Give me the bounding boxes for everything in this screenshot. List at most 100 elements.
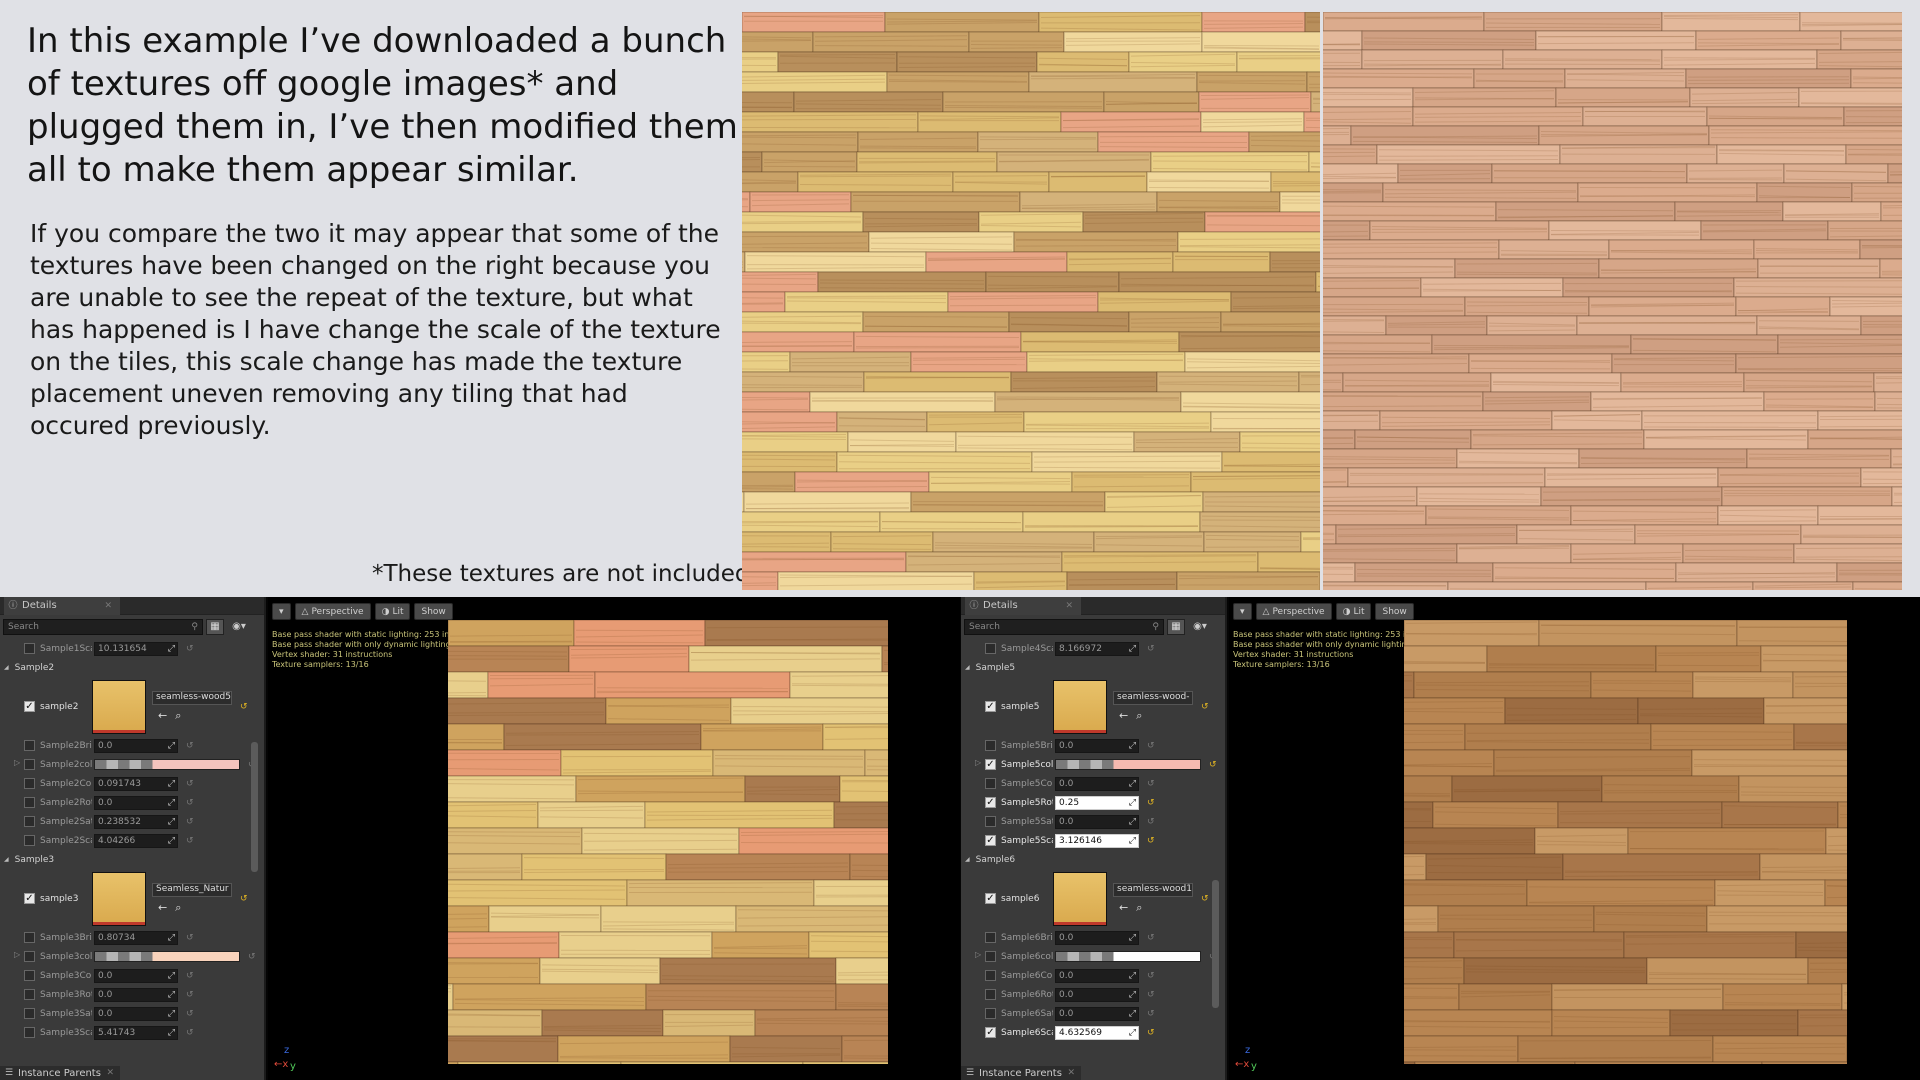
reset-icon[interactable]: ↺ [186, 1028, 194, 1038]
value-field[interactable]: 0.0 ⤢ [94, 795, 178, 810]
search-input[interactable]: Search ⚲ [964, 619, 1164, 635]
browse-icon[interactable]: ⌕ [1136, 901, 1142, 915]
value-field[interactable]: 0.0 ⤢ [1055, 968, 1139, 983]
override-checkbox[interactable] [985, 970, 996, 981]
texture-thumbnail[interactable] [1053, 871, 1107, 926]
expand-icon[interactable]: ▷ [14, 950, 20, 959]
group-header[interactable]: Sample2 [0, 658, 264, 677]
value-field[interactable]: 0.0 ⤢ [1055, 930, 1139, 945]
show-button[interactable]: Show [414, 603, 453, 620]
reset-icon[interactable]: ↺ [186, 990, 194, 1000]
reset-icon[interactable]: ↺ [186, 836, 194, 846]
reset-icon[interactable]: ↺ [1147, 741, 1155, 751]
viewport-menu-button[interactable]: ▾ [272, 603, 291, 620]
texture-thumbnail[interactable] [92, 679, 146, 734]
reset-icon[interactable]: ↺ [1147, 644, 1155, 654]
lit-button[interactable]: ◑ Lit [1335, 603, 1372, 620]
browse-icon[interactable]: ⌕ [175, 709, 181, 723]
details-tab[interactable]: ⓘ Details ✕ [4, 596, 120, 615]
reset-icon[interactable]: ↺ [1147, 1009, 1155, 1019]
reset-icon[interactable]: ↺ [248, 952, 256, 962]
use-selected-icon[interactable]: ← [158, 709, 167, 723]
override-checkbox[interactable] [24, 1027, 35, 1038]
reset-icon[interactable]: ↺ [240, 702, 248, 712]
texture-thumbnail[interactable] [92, 871, 146, 926]
override-checkbox[interactable]: ✓ [985, 835, 996, 846]
value-field[interactable]: 0.0 ⤢ [1055, 814, 1139, 829]
override-checkbox[interactable] [24, 970, 35, 981]
instance-parents-tab[interactable]: ☰ Instance Parents ✕ [0, 1066, 120, 1080]
override-checkbox[interactable] [24, 835, 35, 846]
reset-icon[interactable]: ↺ [1147, 836, 1155, 846]
reset-icon[interactable]: ↺ [186, 817, 194, 827]
instance-parents-tab[interactable]: ☰ Instance Parents ✕ [961, 1066, 1081, 1080]
reset-icon[interactable]: ↺ [1209, 760, 1217, 770]
reset-icon[interactable]: ↺ [1147, 798, 1155, 808]
perspective-button[interactable]: △ Perspective [294, 603, 371, 620]
reset-icon[interactable]: ↺ [186, 971, 194, 981]
search-input[interactable]: Search ⚲ [3, 619, 203, 635]
view-options-icon[interactable]: ▦ [1167, 619, 1185, 635]
color-swatch[interactable] [1055, 951, 1201, 962]
reset-icon[interactable]: ↺ [186, 779, 194, 789]
value-field[interactable]: 3.126146 ⤢ [1055, 833, 1139, 848]
override-checkbox[interactable] [24, 778, 35, 789]
value-field[interactable]: 8.166972 ⤢ [1055, 641, 1139, 656]
override-checkbox[interactable] [24, 1008, 35, 1019]
reset-icon[interactable]: ↺ [186, 741, 194, 751]
override-checkbox[interactable]: ✓ [985, 1027, 996, 1038]
override-checkbox[interactable] [985, 740, 996, 751]
viewport-right[interactable]: ▾ △ Perspective ◑ Lit Show Base pass shade… [1229, 597, 1920, 1080]
override-checkbox[interactable] [24, 989, 35, 1000]
override-checkbox[interactable]: ✓ [24, 701, 35, 712]
override-checkbox[interactable] [985, 1008, 996, 1019]
expand-icon[interactable]: ▷ [975, 758, 981, 767]
use-selected-icon[interactable]: ← [158, 901, 167, 915]
texture-asset-dropdown[interactable]: seamless-wood1 [1113, 882, 1193, 897]
reset-icon[interactable]: ↺ [240, 894, 248, 904]
override-checkbox[interactable]: ✓ [24, 893, 35, 904]
close-icon[interactable]: ✕ [104, 601, 112, 611]
close-icon[interactable]: ✕ [1067, 1068, 1075, 1078]
browse-icon[interactable]: ⌕ [1136, 709, 1142, 723]
color-swatch[interactable] [1055, 759, 1201, 770]
texture-asset-dropdown[interactable]: seamless-wood- [1113, 690, 1193, 705]
viewport-menu-button[interactable]: ▾ [1233, 603, 1252, 620]
value-field[interactable]: 0.091743 ⤢ [94, 776, 178, 791]
reset-icon[interactable]: ↺ [186, 798, 194, 808]
override-checkbox[interactable] [985, 932, 996, 943]
value-field[interactable]: 0.80734 ⤢ [94, 930, 178, 945]
override-checkbox[interactable] [24, 759, 35, 770]
close-icon[interactable]: ✕ [106, 1068, 114, 1078]
scrollbar[interactable] [251, 742, 258, 872]
reset-icon[interactable]: ↺ [1147, 971, 1155, 981]
value-field[interactable]: 0.0 ⤢ [1055, 1006, 1139, 1021]
reset-icon[interactable]: ↺ [1201, 702, 1209, 712]
value-field[interactable]: 4.632569 ⤢ [1055, 1025, 1139, 1040]
perspective-button[interactable]: △ Perspective [1255, 603, 1332, 620]
reset-icon[interactable]: ↺ [1201, 894, 1209, 904]
view-options-icon[interactable]: ▦ [206, 619, 224, 635]
override-checkbox[interactable] [985, 951, 996, 962]
color-swatch[interactable] [94, 951, 240, 962]
reset-icon[interactable]: ↺ [186, 933, 194, 943]
value-field[interactable]: 0.0 ⤢ [1055, 776, 1139, 791]
reset-icon[interactable]: ↺ [1147, 817, 1155, 827]
reset-icon[interactable]: ↺ [186, 644, 194, 654]
override-checkbox[interactable]: ✓ [985, 701, 996, 712]
value-field[interactable]: 0.0 ⤢ [94, 738, 178, 753]
reset-icon[interactable]: ↺ [1147, 1028, 1155, 1038]
use-selected-icon[interactable]: ← [1119, 709, 1128, 723]
browse-icon[interactable]: ⌕ [175, 901, 181, 915]
show-button[interactable]: Show [1375, 603, 1414, 620]
override-checkbox[interactable] [24, 740, 35, 751]
reset-icon[interactable]: ↺ [1147, 779, 1155, 789]
override-checkbox[interactable] [24, 816, 35, 827]
override-checkbox[interactable]: ✓ [985, 759, 996, 770]
lit-button[interactable]: ◑ Lit [374, 603, 411, 620]
override-checkbox[interactable] [985, 778, 996, 789]
use-selected-icon[interactable]: ← [1119, 901, 1128, 915]
scrollbar[interactable] [1212, 880, 1219, 1008]
group-header[interactable]: Sample5 [961, 658, 1225, 677]
override-checkbox[interactable] [985, 989, 996, 1000]
